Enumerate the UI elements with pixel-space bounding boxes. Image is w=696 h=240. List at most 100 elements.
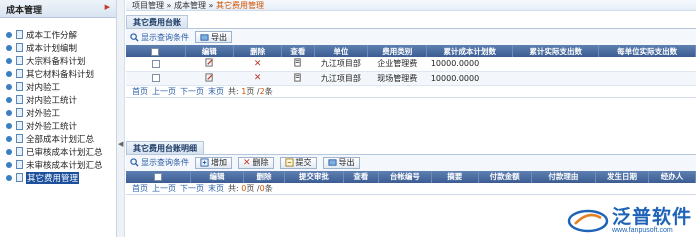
sidebar-item-bulk-material[interactable]: 大宗料备料计划 [6,54,116,67]
column-header: 查看 [343,170,379,183]
pager-last[interactable]: 末页 [208,86,224,97]
column-header: 单位 [314,45,369,57]
select-all-checkbox[interactable] [154,173,163,181]
edit-icon[interactable] [205,72,214,82]
sidebar: 成本管理 ▶ 成本工作分解 成本计划编制 大宗料备料计划 其它材料备料计划 对内… [0,0,117,237]
cell-plan: 10000.0000 [426,71,513,86]
detail-delete-button[interactable]: ✕ 删除 [238,156,274,169]
edit-icon[interactable] [205,58,214,67]
ledger-show-query-link[interactable]: 显示查询条件 [130,32,189,43]
sidebar-item-cost-breakdown[interactable]: 成本工作分解 [6,28,116,41]
sidebar-item-internal-inspection[interactable]: 对内验工 [6,80,116,93]
tree-node-icon [6,31,12,38]
select-all-header[interactable] [126,170,192,183]
sidebar-item-cost-plan[interactable]: 成本计划编制 [6,41,116,54]
column-header: 编辑 [185,45,234,57]
row-checkbox[interactable] [151,59,160,68]
breadcrumb-item[interactable]: 成本管理 [174,1,206,10]
pager-count-unit: 条 [264,183,273,193]
pager-summary: 共: 0页 /0条 [228,183,273,194]
pager-next[interactable]: 下一页 [180,183,204,194]
cell-unit: 九江项目部 [314,71,368,86]
document-icon [16,56,23,65]
tree-node-icon [6,174,12,181]
view-icon[interactable] [293,58,302,67]
delete-icon[interactable]: ✕ [254,73,262,83]
select-all-checkbox[interactable] [151,47,160,56]
sidebar-item-approved-summary[interactable]: 已审核成本计划汇总 [6,145,116,158]
detail-export-button[interactable]: 导出 [322,156,360,169]
tree-node-icon [6,161,12,168]
ledger-pager: 首页 上一页 下一页 末页 共: 1页 /2条 [126,86,696,98]
sidebar-item-label: 其它材料备料计划 [26,69,95,80]
column-header: 台帐编号 [378,170,432,183]
sidebar-item-all-plan-summary[interactable]: 全部成本计划汇总 [6,132,116,145]
cell-unit: 九江项目部 [314,57,368,72]
pager-first[interactable]: 首页 [132,183,148,194]
detail-submit-button[interactable]: 提交 [279,156,317,169]
view-icon[interactable] [293,72,302,82]
breadcrumb-item[interactable]: 项目管理 [132,1,164,10]
sidebar-header[interactable]: 成本管理 ▶ [0,0,116,18]
document-icon [16,160,23,169]
delete-label: 删除 [252,158,269,167]
sidebar-item-internal-stats[interactable]: 对内验工统计 [6,93,116,106]
sidebar-item-other-expenses[interactable]: 其它费用管理 [6,171,116,184]
collapse-arrow-icon[interactable]: ▶ [105,3,110,14]
column-header: 付款理由 [531,170,597,183]
pager-last[interactable]: 末页 [208,183,224,194]
panel-splitter[interactable]: ◀ [117,0,125,237]
sidebar-item-external-inspection[interactable]: 对外验工 [6,106,116,119]
cell-per-unit [598,71,696,86]
pager-total-prefix: 共: [228,86,239,96]
delete-icon: ✕ [243,157,251,168]
column-header: 费用类别 [367,45,428,57]
collapse-left-icon[interactable]: ◀ [118,140,123,148]
column-header: 经办人 [648,170,696,183]
document-icon [16,121,23,130]
pager-prev[interactable]: 上一页 [152,183,176,194]
sidebar-item-external-stats[interactable]: 对外验工统计 [6,119,116,132]
add-label: 增加 [211,158,227,167]
detail-header-row: 编辑 删除 提交审批 查看 台帐编号 摘要 付款金额 付款理由 发生日期 经办人 [126,170,696,183]
export-label: 导出 [211,32,227,42]
breadcrumb: 项目管理 » 成本管理 » 其它费用管理 [126,0,696,11]
document-icon [16,134,23,143]
sidebar-item-label: 对外验工统计 [26,121,78,132]
search-icon [130,158,139,167]
cell-actual [512,57,599,72]
detail-show-query-link[interactable]: 显示查询条件 [130,157,189,168]
submit-label: 提交 [295,158,312,167]
brand-logo-icon [567,209,609,233]
row-checkbox[interactable] [151,74,160,82]
detail-table: 编辑 删除 提交审批 查看 台帐编号 摘要 付款金额 付款理由 发生日期 经办人 [126,170,696,183]
brand-url: www.fanpusoft.com [611,227,673,234]
ledger-toolbar: 显示查询条件 导出 [126,28,696,45]
detail-pager: 首页 上一页 下一页 末页 共: 0页 /0条 [126,183,696,195]
column-header: 累计实际支出数 [512,45,600,57]
column-header: 删除 [243,170,286,183]
breadcrumb-current: 其它费用管理 [215,1,264,10]
sidebar-item-other-material[interactable]: 其它材料备料计划 [6,67,116,80]
document-icon [16,43,23,52]
sidebar-item-label: 对内验工 [26,82,61,93]
ledger-export-button[interactable]: 导出 [195,31,232,43]
pager-next[interactable]: 下一页 [180,86,204,97]
delete-icon[interactable]: ✕ [254,59,262,69]
breadcrumb-separator: » [164,1,174,10]
document-icon [16,108,23,117]
tree-node-icon [6,83,12,90]
search-icon [130,32,139,42]
sidebar-item-unapproved-summary[interactable]: 未审核成本计划汇总 [6,158,116,171]
pager-first[interactable]: 首页 [132,86,148,97]
ledger-section-title: 其它费用台账 [126,15,696,28]
detail-add-button[interactable]: 增加 [195,156,232,169]
pager-page-unit: 页 [246,86,255,96]
document-icon [16,173,23,182]
column-header: 删除 [233,45,283,57]
column-header: 发生日期 [595,170,649,183]
sidebar-item-label: 已审核成本计划汇总 [26,147,103,158]
select-all-header[interactable] [126,45,186,57]
submit-icon [284,158,294,167]
pager-prev[interactable]: 上一页 [152,86,176,97]
